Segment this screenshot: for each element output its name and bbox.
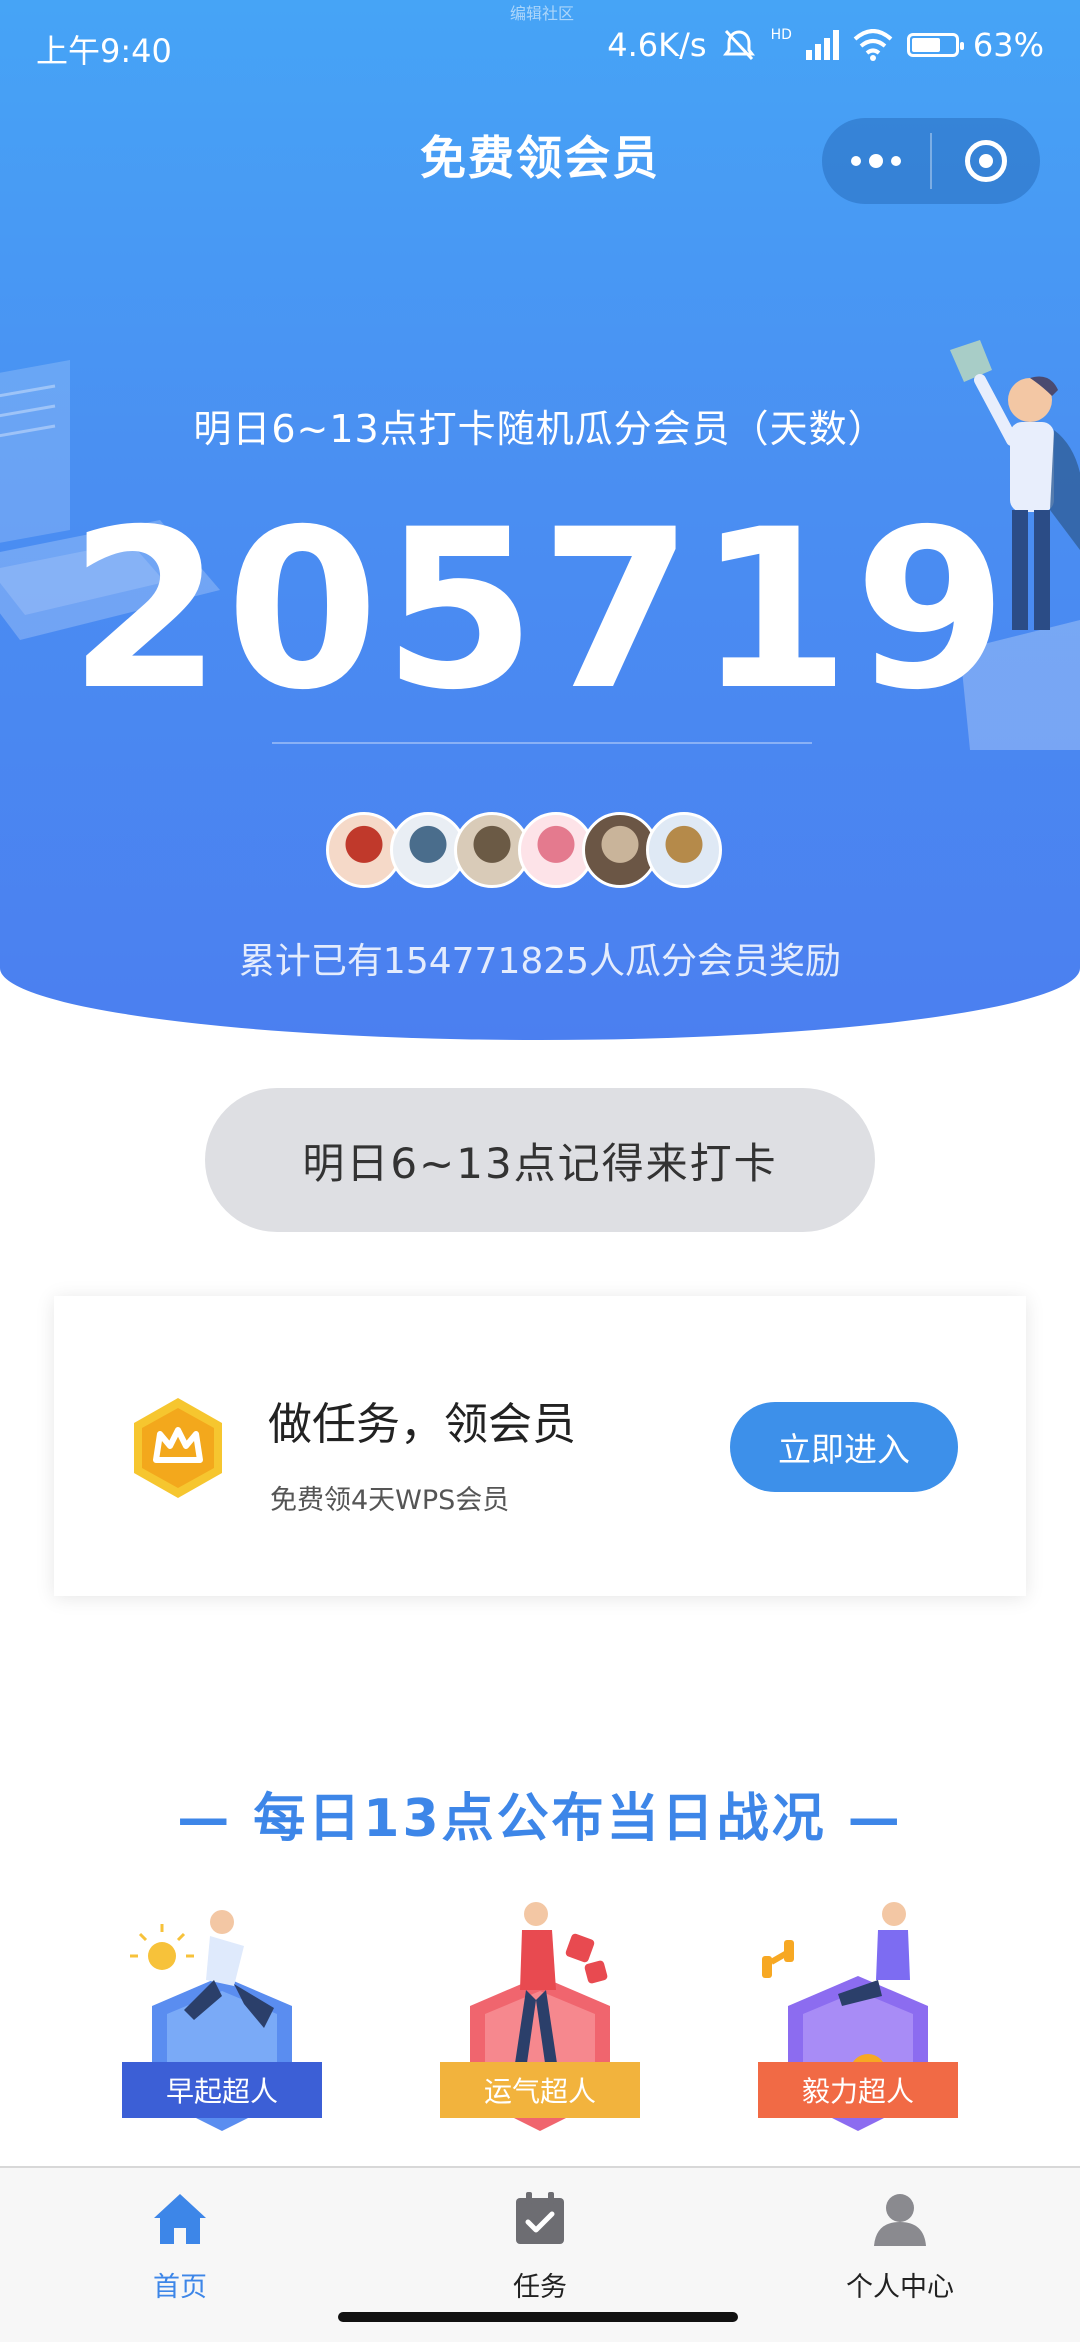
- more-dots-icon[interactable]: [822, 118, 930, 204]
- mute-bell-icon: [722, 29, 755, 61]
- wifi-icon: [853, 29, 893, 61]
- status-bar: 编辑社区 上午9:40 4.6K/s HD 63%: [0, 0, 1080, 96]
- tab-home[interactable]: 首页: [60, 2188, 300, 2304]
- net-speed: 4.6K/s: [607, 26, 707, 64]
- close-miniprogram-button[interactable]: [932, 118, 1040, 204]
- badge-label: 运气超人: [440, 2062, 640, 2118]
- battle-section-title: — 每日13点公布当日战况 —: [177, 1789, 903, 1849]
- badge-perseverance[interactable]: 毅力超人: [758, 1896, 958, 2156]
- tab-label: 个人中心: [846, 2272, 954, 2303]
- user-icon: [874, 2194, 926, 2246]
- battery-icon: [906, 33, 964, 57]
- miniprogram-capsule: [822, 118, 1040, 204]
- avatar: [646, 812, 722, 888]
- task-card: 做任务，领会员 免费领4天WPS会员 立即进入: [54, 1296, 1026, 1596]
- badge-early-riser[interactable]: 早起超人: [122, 1896, 322, 2156]
- home-icon: [154, 2194, 206, 2244]
- home-indicator[interactable]: [338, 2312, 738, 2322]
- badge-lucky[interactable]: 运气超人: [440, 1896, 640, 2156]
- signal-icon: [805, 30, 839, 60]
- calendar-check-icon: [516, 2192, 564, 2244]
- hero-divider: [272, 742, 812, 744]
- checkin-reminder-button[interactable]: 明日6~13点记得来打卡: [205, 1088, 875, 1232]
- enter-now-button[interactable]: 立即进入: [730, 1402, 958, 1492]
- hd-label: HD: [770, 27, 792, 43]
- pool-days-number: 205719: [68, 482, 1012, 738]
- participants-total: 累计已有154771825人瓜分会员奖励: [238, 941, 842, 982]
- badge-label: 早起超人: [122, 2062, 322, 2118]
- tab-label: 任务: [513, 2272, 567, 2303]
- battery-percent: 63%: [972, 26, 1044, 64]
- clock: 上午9:40: [36, 32, 172, 70]
- crown-badge-icon: [134, 1398, 222, 1498]
- tab-label: 首页: [153, 2272, 207, 2303]
- hero-subtitle: 明日6~13点打卡随机瓜分会员（天数）: [193, 407, 887, 451]
- participant-avatars: [326, 812, 722, 890]
- task-description: 免费领4天WPS会员: [270, 1485, 510, 1516]
- top-hint-text: 编辑社区: [510, 4, 575, 23]
- tab-tasks[interactable]: 任务: [420, 2188, 660, 2304]
- target-icon: [965, 140, 1007, 182]
- task-title: 做任务，领会员: [268, 1399, 576, 1450]
- tab-profile[interactable]: 个人中心: [780, 2188, 1020, 2304]
- badge-label: 毅力超人: [758, 2062, 958, 2118]
